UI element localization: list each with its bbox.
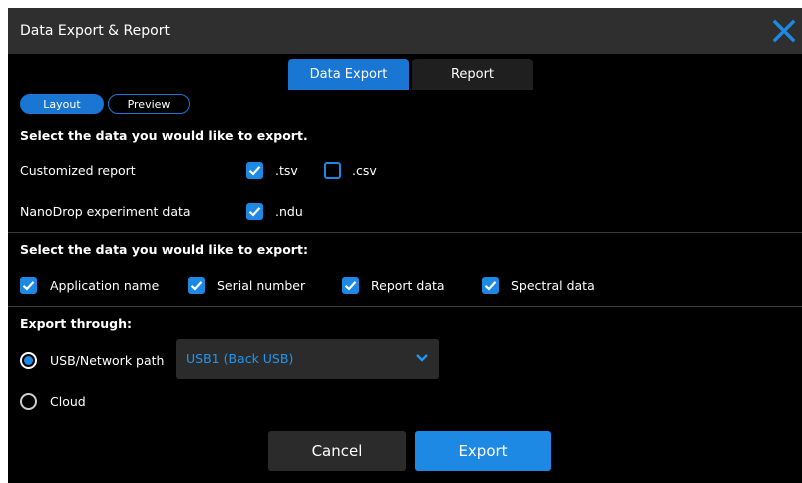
window-title: Data Export & Report [20, 23, 170, 39]
subtab-layout[interactable]: Layout [20, 94, 104, 114]
nanodrop-data-label: NanoDrop experiment data [20, 204, 191, 219]
subtab-preview-label: Preview [127, 97, 171, 111]
tab-report-label: Report [450, 67, 495, 82]
tab-data-export-label: Data Export [309, 67, 388, 82]
cloud-radio[interactable] [20, 393, 37, 410]
application-name-label: Application name [50, 278, 160, 293]
tab-report[interactable]: Report [412, 59, 533, 90]
cloud-label: Cloud [50, 394, 86, 409]
subtab-layout-label: Layout [43, 97, 81, 111]
title-bar: Data Export & Report [8, 8, 802, 54]
close-icon [772, 19, 796, 43]
csv-label: .csv [352, 163, 377, 178]
tsv-checkbox[interactable] [246, 162, 263, 179]
serial-number-checkbox[interactable] [188, 277, 205, 294]
cancel-button-label: Cancel [311, 442, 363, 460]
checkmark-icon [248, 207, 261, 217]
export-button-label: Export [458, 442, 508, 460]
cancel-button[interactable]: Cancel [268, 431, 406, 471]
divider [8, 232, 802, 233]
customized-report-label: Customized report [20, 163, 136, 178]
usb-network-label: USB/Network path [50, 353, 165, 368]
report-data-label: Report data [371, 278, 445, 293]
serial-number-label: Serial number [217, 278, 306, 293]
checkmark-icon [248, 166, 261, 176]
close-button[interactable] [768, 15, 800, 47]
export-dialog: Data Export & Report Data Export Report … [8, 8, 802, 483]
export-button[interactable]: Export [415, 431, 551, 471]
checkmark-icon [22, 281, 35, 291]
section3-heading: Export through: [20, 316, 132, 331]
checkmark-icon [190, 281, 203, 291]
section1-heading: Select the data you would like to export… [20, 128, 308, 143]
csv-checkbox[interactable] [324, 162, 341, 179]
usb-path-value: USB1 (Back USB) [186, 351, 294, 366]
checkmark-icon [484, 281, 497, 291]
ndu-label: .ndu [275, 204, 303, 219]
divider [8, 306, 802, 307]
ndu-checkbox[interactable] [246, 203, 263, 220]
chevron-down-icon [416, 354, 428, 362]
section2-heading: Select the data you would like to export… [20, 242, 308, 257]
tsv-label: .tsv [275, 163, 298, 178]
usb-path-dropdown[interactable]: USB1 (Back USB) [176, 339, 439, 379]
application-name-checkbox[interactable] [20, 277, 37, 294]
checkmark-icon [344, 281, 357, 291]
subtab-preview[interactable]: Preview [108, 94, 190, 114]
report-data-checkbox[interactable] [342, 277, 359, 294]
spectral-data-checkbox[interactable] [482, 277, 499, 294]
tab-data-export[interactable]: Data Export [288, 59, 409, 90]
usb-network-radio[interactable] [20, 352, 37, 369]
spectral-data-label: Spectral data [511, 278, 595, 293]
